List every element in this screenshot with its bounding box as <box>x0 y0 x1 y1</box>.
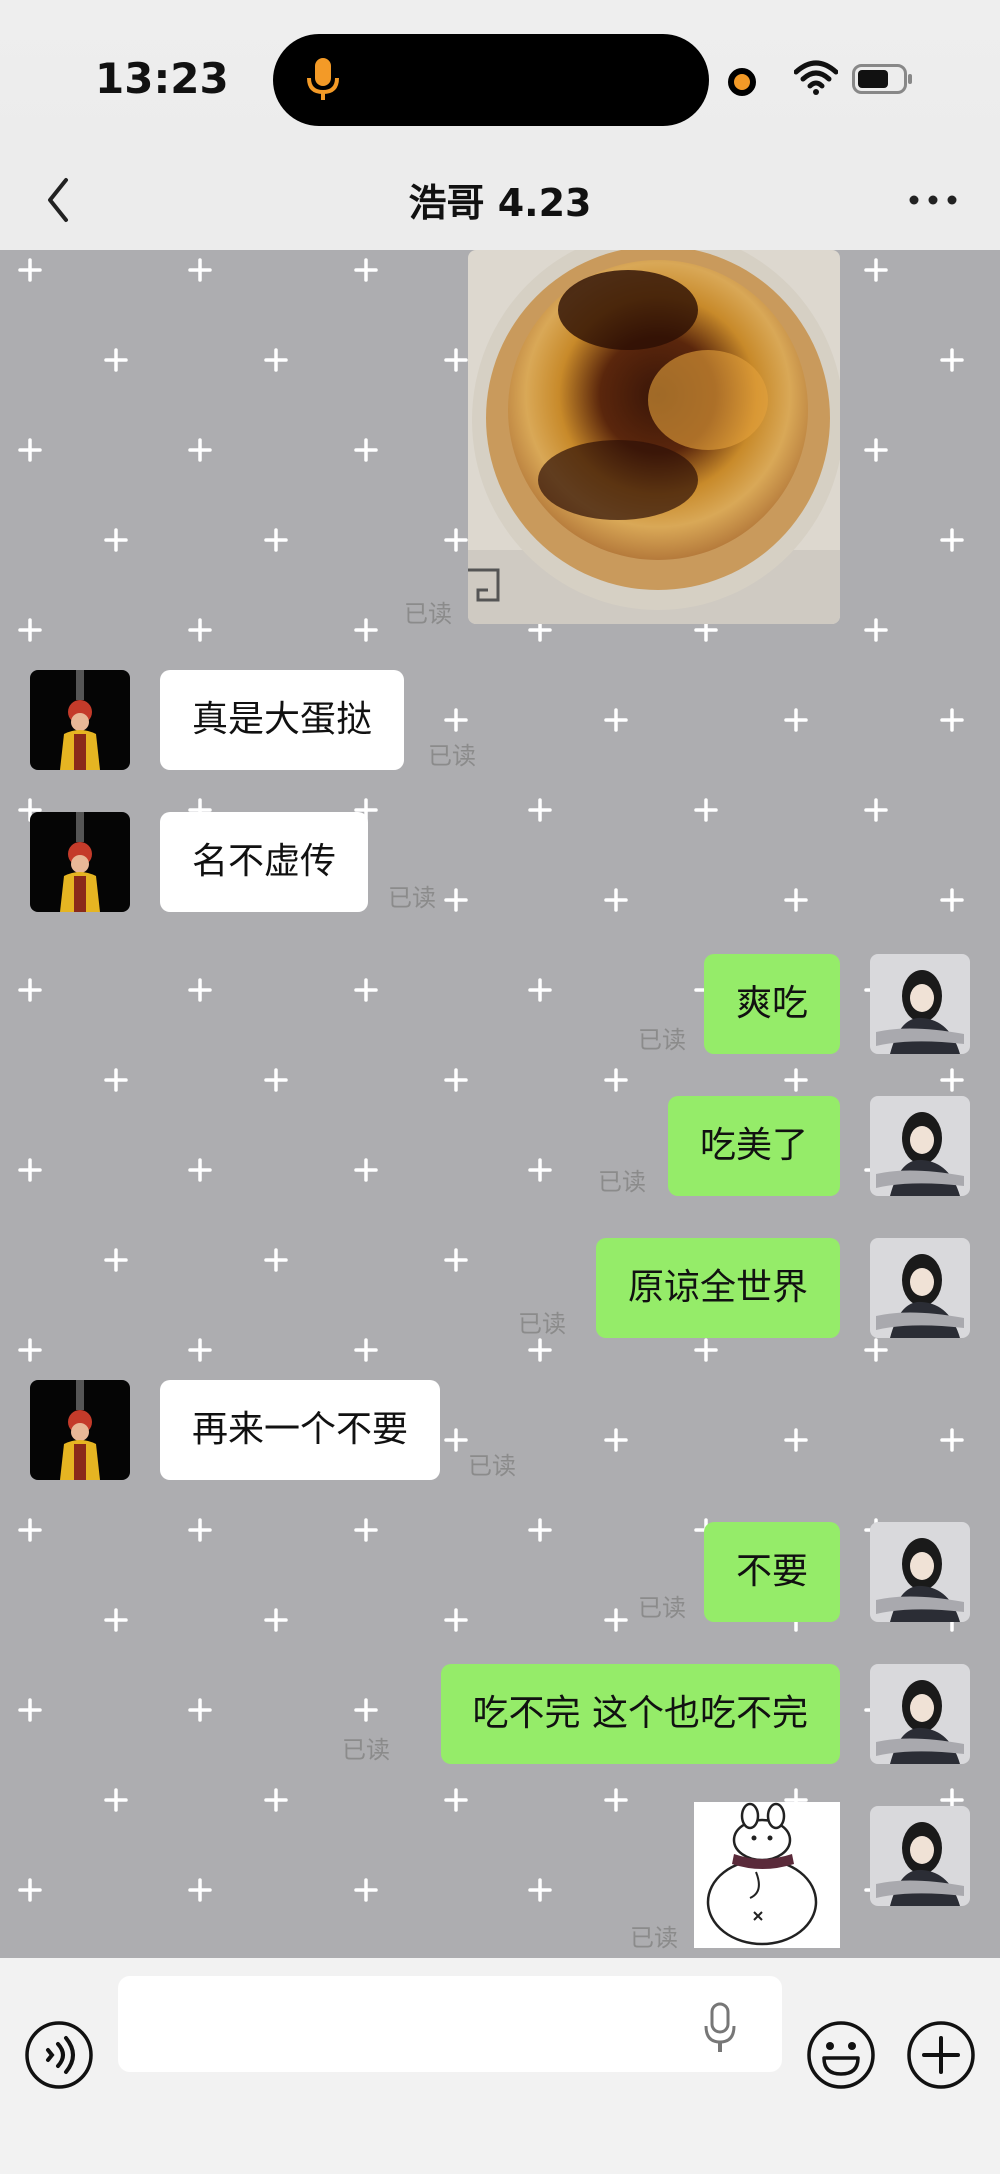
read-receipt: 已读 <box>468 1452 516 1480</box>
plus-icon[interactable] <box>906 2020 976 2090</box>
mic-icon[interactable] <box>702 2002 738 2054</box>
status-bar: 13:23 <box>0 0 1000 160</box>
input-bar <box>0 1958 1000 2174</box>
read-receipt: 已读 <box>388 884 436 912</box>
message-bubble[interactable]: 吃美了 <box>667 1096 840 1196</box>
contact-avatar[interactable] <box>30 1380 130 1480</box>
chat-title: 浩哥 4.23 <box>408 181 592 225</box>
message-bubble[interactable]: 再来一个不要 <box>160 1380 441 1480</box>
contact-avatar[interactable] <box>30 670 130 770</box>
my-avatar[interactable] <box>870 954 970 1054</box>
chat-area[interactable]: 已读 真是大蛋挞 已读 名不虚传 已读 爽吃 已读 吃美了 已读 原谅全世界 已… <box>0 250 1000 1958</box>
mic-icon <box>307 58 339 100</box>
emoji-icon[interactable] <box>806 2020 876 2090</box>
read-receipt: 已读 <box>638 1594 686 1622</box>
my-avatar[interactable] <box>870 1522 970 1622</box>
read-receipt: 已读 <box>428 742 476 770</box>
message-bubble[interactable]: 原谅全世界 <box>595 1238 840 1338</box>
more-icon[interactable] <box>908 190 958 210</box>
message-bubble[interactable]: 吃不完 这个也吃不完 <box>440 1664 840 1764</box>
recording-indicator <box>728 68 756 96</box>
contact-avatar[interactable] <box>30 812 130 912</box>
nav-bar: 浩哥 4.23 <box>0 150 1000 250</box>
status-time: 13:23 <box>95 54 229 103</box>
sticker-message[interactable] <box>694 1802 840 1948</box>
read-receipt: 已读 <box>630 1924 678 1952</box>
read-receipt: 已读 <box>518 1310 566 1338</box>
read-receipt: 已读 <box>598 1168 646 1196</box>
battery-icon <box>852 64 912 94</box>
voice-icon[interactable] <box>24 2020 94 2090</box>
message-input[interactable] <box>118 1976 782 2072</box>
read-receipt: 已读 <box>342 1736 390 1764</box>
read-receipt: 已读 <box>638 1026 686 1054</box>
message-bubble[interactable]: 真是大蛋挞 <box>160 670 405 770</box>
dynamic-island <box>273 34 709 126</box>
my-avatar[interactable] <box>870 1096 970 1196</box>
message-bubble[interactable]: 名不虚传 <box>160 812 369 912</box>
message-bubble[interactable]: 不要 <box>703 1522 840 1622</box>
egg-tart-photo <box>468 250 840 624</box>
my-avatar[interactable] <box>870 1664 970 1764</box>
my-avatar[interactable] <box>870 1238 970 1338</box>
wifi-icon <box>794 60 838 95</box>
bunny-sticker <box>694 1802 840 1948</box>
message-bubble[interactable]: 爽吃 <box>703 954 840 1054</box>
photo-message[interactable] <box>468 250 840 624</box>
my-avatar[interactable] <box>870 1806 970 1906</box>
read-receipt: 已读 <box>404 600 452 628</box>
